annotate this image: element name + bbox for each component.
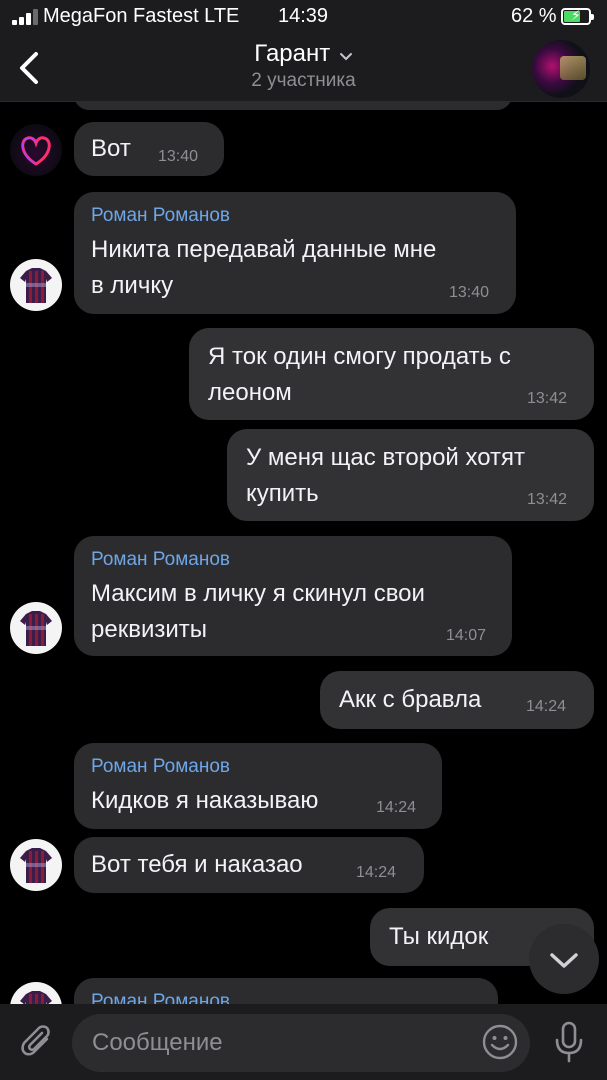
message-bubble-incoming[interactable]: Роман Романов Никита передавай данные мн… [74, 192, 516, 314]
avatar-roman[interactable] [10, 259, 62, 311]
message-time: 13:42 [527, 390, 568, 407]
message-bubble-incoming[interactable]: Вот 13:40 [74, 122, 224, 176]
message-bubble-outgoing[interactable]: Акк с бравла 14:24 [320, 671, 594, 729]
message-bubble-incoming-partial[interactable]: Роман Романов [74, 978, 498, 1004]
message-text-line: Я ток один смогу продать с [208, 343, 511, 370]
message-time: 14:24 [376, 799, 417, 816]
scroll-down-button[interactable] [529, 924, 599, 994]
message-time: 13:40 [449, 284, 490, 301]
jersey-icon [20, 611, 52, 646]
battery-percentage: 62 % [511, 5, 557, 27]
message-text-line: купить [246, 480, 319, 507]
message-bubble-incoming[interactable]: Роман Романов Максим в личку я скинул св… [74, 536, 512, 656]
message-bubble-partial [74, 102, 512, 110]
participants-count: 2 участника [251, 70, 356, 91]
emoji-icon[interactable] [481, 1023, 519, 1061]
message-text-line: реквизиты [91, 616, 208, 643]
chat-title[interactable]: Гарант [254, 40, 330, 67]
message-text: Вот [91, 135, 131, 162]
message-time: 13:42 [527, 491, 568, 508]
status-time: 14:39 [278, 5, 329, 27]
chevron-down-icon[interactable] [339, 50, 353, 64]
carrier-name: MegaFon Fastest LTE [43, 5, 240, 27]
message-time: 14:07 [446, 627, 487, 644]
message-time: 13:40 [158, 148, 199, 165]
message-time: 14:24 [356, 864, 397, 881]
sender-name[interactable]: Роман Романов [91, 991, 230, 1004]
jersey-icon [20, 991, 52, 1004]
sender-name[interactable]: Роман Романов [91, 205, 230, 227]
sender-name[interactable]: Роман Романов [91, 549, 230, 571]
message-bubble-outgoing[interactable]: Я ток один смогу продать с леоном 13:42 [189, 328, 594, 420]
composer-bar [0, 1004, 607, 1080]
avatar-roman[interactable] [10, 602, 62, 654]
message-text: Кидков я наказываю [91, 787, 319, 814]
message-text-line: леоном [208, 379, 292, 406]
message-bubble-outgoing[interactable]: У меня щас второй хотят купить 13:42 [227, 429, 594, 521]
message-time: 14:24 [526, 698, 567, 715]
avatar-heart[interactable] [10, 124, 62, 176]
jersey-icon [20, 848, 52, 883]
microphone-icon[interactable] [554, 1020, 584, 1064]
message-text: Акк с бравла [339, 686, 482, 713]
message-list[interactable]: Вот 13:40 Роман Романов Никита передавай… [0, 102, 607, 1004]
group-avatar[interactable] [532, 40, 590, 98]
signal-strength-icon [12, 9, 38, 25]
message-text-line: Максим в личку я скинул свои [91, 580, 425, 607]
scroll-down-icon [550, 953, 578, 968]
message-text-line: в личку [91, 272, 174, 299]
message-text: Вот тебя и наказао [91, 851, 303, 878]
chat-title-group[interactable]: Гарант 2 участника [0, 40, 607, 92]
battery-icon: ⚡ [561, 7, 594, 25]
heart-icon [21, 136, 51, 166]
sender-name[interactable]: Роман Романов [91, 756, 230, 778]
message-text: Ты кидок [389, 923, 489, 950]
jersey-icon [20, 268, 52, 303]
message-bubble-incoming[interactable]: Вот тебя и наказао 14:24 [74, 837, 424, 893]
message-bubble-incoming[interactable]: Роман Романов Кидков я наказываю 14:24 [74, 743, 442, 829]
message-input[interactable] [72, 1014, 530, 1072]
status-bar: MegaFon Fastest LTE 14:39 62 % ⚡ [0, 0, 607, 34]
avatar-roman[interactable] [10, 839, 62, 891]
avatar-roman[interactable] [10, 982, 62, 1004]
paperclip-icon[interactable] [20, 1022, 56, 1062]
message-text-line: Никита передавай данные мне [91, 236, 437, 263]
message-text-line: У меня щас второй хотят [246, 444, 526, 471]
chat-header: Гарант 2 участника [0, 34, 607, 102]
